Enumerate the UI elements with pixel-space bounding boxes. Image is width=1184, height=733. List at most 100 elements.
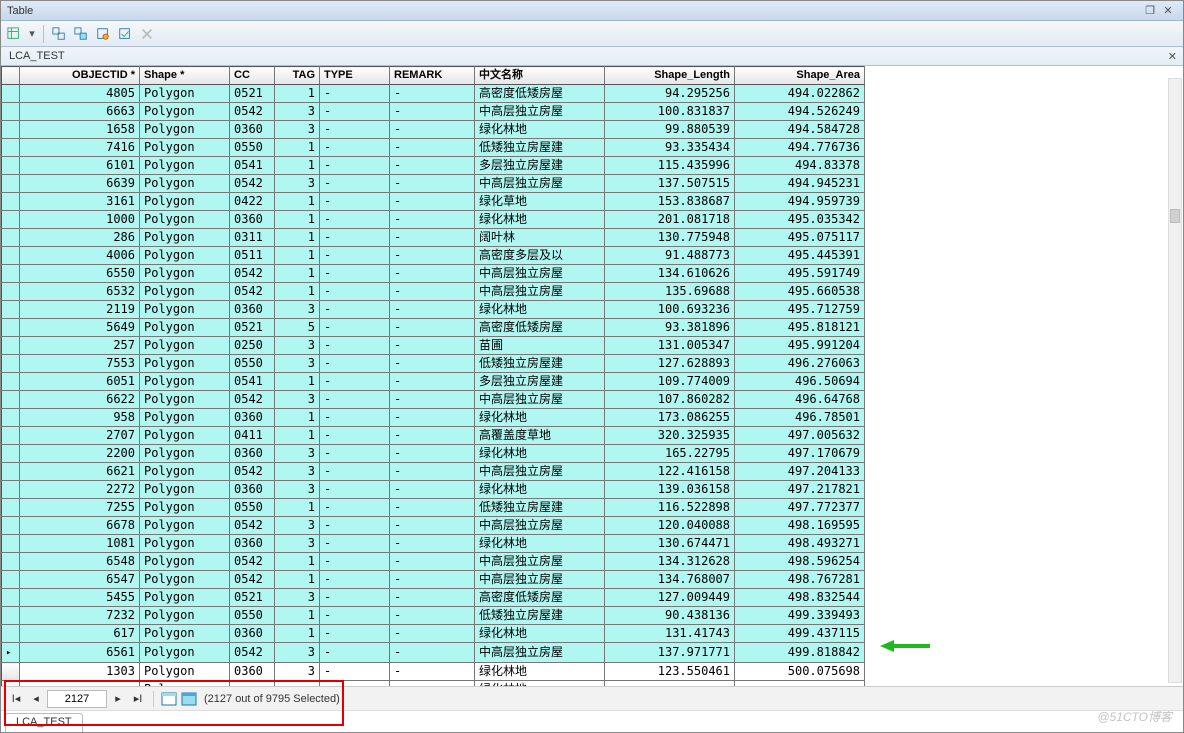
table-row[interactable]: 3161Polygon04221--绿化草地153.838687494.9597…	[2, 193, 865, 211]
cell-shape[interactable]: Polygon	[140, 301, 230, 319]
cell-tag[interactable]: 1	[275, 265, 320, 283]
row-handle[interactable]	[2, 589, 20, 607]
row-handle[interactable]	[2, 409, 20, 427]
table-row[interactable]: 7255Polygon05501--低矮独立房屋建116.522898497.7…	[2, 499, 865, 517]
table-row[interactable]: 6550Polygon05421--中高层独立房屋134.610626495.5…	[2, 265, 865, 283]
table-row[interactable]: 6639Polygon05423--中高层独立房屋137.507515494.9…	[2, 175, 865, 193]
cell-cc[interactable]	[230, 681, 275, 687]
cell-remark[interactable]: -	[390, 85, 475, 103]
cell-remark[interactable]: -	[390, 625, 475, 643]
cell-remark[interactable]: -	[390, 229, 475, 247]
cell-shape[interactable]: Polygon	[140, 643, 230, 663]
table-row[interactable]: 5649Polygon05215--高密度低矮房屋93.381896495.81…	[2, 319, 865, 337]
cell-tag[interactable]: 3	[275, 445, 320, 463]
cell-type[interactable]: -	[320, 553, 390, 571]
cell-tag[interactable]: 1	[275, 607, 320, 625]
cell-shape[interactable]: Polygon	[140, 103, 230, 121]
nav-first-icon[interactable]: I◂	[7, 690, 25, 708]
table-row[interactable]: 2707Polygon04111--高覆盖度草地320.325935497.00…	[2, 427, 865, 445]
row-handle[interactable]	[2, 607, 20, 625]
select-all-icon[interactable]	[116, 25, 134, 43]
cell-len[interactable]: 90.438136	[605, 607, 735, 625]
cell-type[interactable]: -	[320, 445, 390, 463]
row-handle[interactable]	[2, 535, 20, 553]
cell-remark[interactable]: -	[390, 355, 475, 373]
row-handle[interactable]	[2, 193, 20, 211]
cell-remark[interactable]: -	[390, 463, 475, 481]
cell-shape[interactable]: Polygon	[140, 283, 230, 301]
cell-cn[interactable]: 中高层独立房屋	[475, 283, 605, 301]
cell-cc[interactable]: 0360	[230, 481, 275, 499]
cell-type[interactable]: -	[320, 373, 390, 391]
cell-area[interactable]: 497.170679	[735, 445, 865, 463]
cell-area[interactable]: 497.772377	[735, 499, 865, 517]
cell-shape[interactable]: Polygon	[140, 499, 230, 517]
cell-objectid[interactable]: 6532	[20, 283, 140, 301]
cell-type[interactable]: -	[320, 139, 390, 157]
cell-objectid[interactable]: 958	[20, 409, 140, 427]
cell-objectid[interactable]: 6547	[20, 571, 140, 589]
cell-shape[interactable]: Polygon	[140, 663, 230, 681]
cell-area[interactable]: 496.78501	[735, 409, 865, 427]
cell-type[interactable]: -	[320, 193, 390, 211]
cell-cc[interactable]: 0311	[230, 229, 275, 247]
cell-tag[interactable]: 3	[275, 643, 320, 663]
cell-type[interactable]: -	[320, 85, 390, 103]
cell-cn[interactable]: 低矮独立房屋建	[475, 355, 605, 373]
cell-objectid[interactable]: 6621	[20, 463, 140, 481]
cell-type[interactable]: -	[320, 625, 390, 643]
cell-shape[interactable]: Polygon	[140, 85, 230, 103]
cell-cn[interactable]: 中高层独立房屋	[475, 571, 605, 589]
cell-cc[interactable]: 0550	[230, 499, 275, 517]
cell-cc[interactable]: 0360	[230, 211, 275, 229]
cell-cn[interactable]: 高覆盖度草地	[475, 427, 605, 445]
cell-cc[interactable]: 0360	[230, 121, 275, 139]
row-handle[interactable]	[2, 427, 20, 445]
table-grid[interactable]: OBJECTID * Shape * CC TAG TYPE REMARK 中文…	[1, 66, 1183, 686]
cell-cn[interactable]: 中高层独立房屋	[475, 553, 605, 571]
cell-len[interactable]: 134.610626	[605, 265, 735, 283]
cell-area[interactable]: 499.339493	[735, 607, 865, 625]
row-handle[interactable]	[2, 229, 20, 247]
table-row[interactable]: Polygon--绿化林地	[2, 681, 865, 687]
cell-cn[interactable]: 高密度低矮房屋	[475, 319, 605, 337]
cell-cc[interactable]: 0550	[230, 355, 275, 373]
cell-len[interactable]: 201.081718	[605, 211, 735, 229]
cell-area[interactable]: 494.945231	[735, 175, 865, 193]
row-handle[interactable]	[2, 319, 20, 337]
cell-type[interactable]: -	[320, 463, 390, 481]
table-row[interactable]: 1081Polygon03603--绿化林地130.674471498.4932…	[2, 535, 865, 553]
cell-remark[interactable]: -	[390, 681, 475, 687]
cell-cc[interactable]: 0542	[230, 265, 275, 283]
col-remark[interactable]: REMARK	[390, 67, 475, 85]
cell-len[interactable]: 93.335434	[605, 139, 735, 157]
row-handle[interactable]	[2, 301, 20, 319]
cell-cn[interactable]: 绿化林地	[475, 445, 605, 463]
cell-remark[interactable]: -	[390, 409, 475, 427]
cell-cc[interactable]: 0360	[230, 625, 275, 643]
cell-objectid[interactable]: 6622	[20, 391, 140, 409]
cell-type[interactable]: -	[320, 681, 390, 687]
row-handle[interactable]	[2, 139, 20, 157]
table-close-icon[interactable]: ✕	[1168, 50, 1177, 63]
close-icon[interactable]: ✕	[1159, 4, 1177, 17]
cell-objectid[interactable]: 5649	[20, 319, 140, 337]
cell-tag[interactable]: 1	[275, 247, 320, 265]
cell-area[interactable]: 500.075698	[735, 663, 865, 681]
clear-selection-icon[interactable]	[138, 25, 156, 43]
cell-type[interactable]: -	[320, 391, 390, 409]
cell-tag[interactable]: 1	[275, 85, 320, 103]
cell-tag[interactable]: 1	[275, 427, 320, 445]
cell-remark[interactable]: -	[390, 247, 475, 265]
cell-remark[interactable]: -	[390, 663, 475, 681]
related-tables-icon[interactable]	[50, 25, 68, 43]
cell-area[interactable]: 497.005632	[735, 427, 865, 445]
cell-area[interactable]: 494.776736	[735, 139, 865, 157]
table-row[interactable]: 6561Polygon05423--中高层独立房屋137.971771499.8…	[2, 643, 865, 663]
cell-objectid[interactable]: 7255	[20, 499, 140, 517]
table-options-icon[interactable]	[5, 25, 23, 43]
cell-cc[interactable]: 0542	[230, 103, 275, 121]
cell-len[interactable]: 123.550461	[605, 663, 735, 681]
cell-len[interactable]: 107.860282	[605, 391, 735, 409]
cell-area[interactable]: 499.437115	[735, 625, 865, 643]
